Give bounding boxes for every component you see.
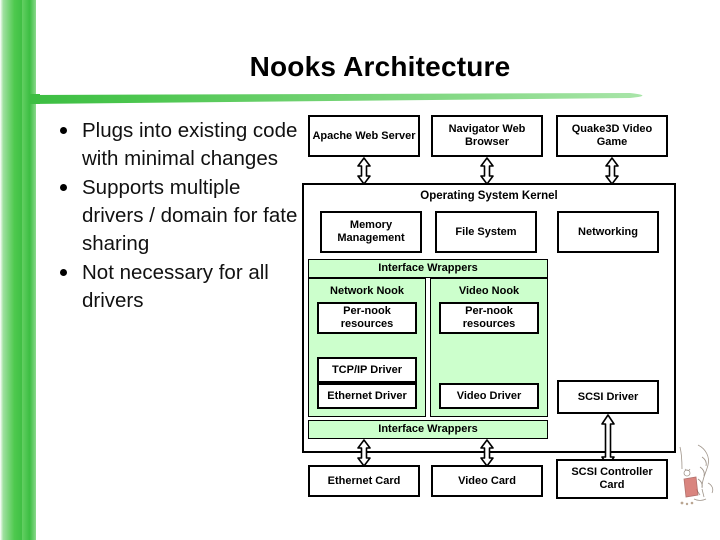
interface-wrappers-bottom[interactable]: Interface Wrappers: [308, 420, 548, 439]
app-box-apache-web-server[interactable]: Apache Web Server: [308, 115, 420, 157]
arrow-navigator-to-kernel: [477, 157, 497, 185]
arrow-apache-to-kernel: [354, 157, 374, 185]
left-accent-stripe-core: [22, 0, 36, 540]
arrow-wrappers-to-video-card: [477, 439, 497, 467]
bullet-dot-icon: [60, 269, 67, 277]
video-nook-resources[interactable]: Per-nook resources: [439, 302, 539, 334]
kernel-subsystem-memory-management[interactable]: Memory Management: [320, 211, 422, 253]
hardware-box-ethernet-card[interactable]: Ethernet Card: [308, 465, 420, 497]
kernel-subsystem-networking[interactable]: Networking: [557, 211, 659, 253]
bullet-text-3: Not necessary for all drivers: [82, 261, 269, 313]
arrow-wrappers-to-ethernet-card: [354, 439, 374, 467]
bullet-item-2: Supports multiple drivers / domain for f…: [52, 174, 300, 258]
network-nook-resources[interactable]: Per-nook resources: [317, 302, 417, 334]
interface-wrappers-top[interactable]: Interface Wrappers: [308, 259, 548, 278]
bullet-item-1: Plugs into existing code with minimal ch…: [52, 117, 300, 173]
arrow-quake3d-to-kernel: [602, 157, 622, 185]
hardware-box-scsi-controller-card[interactable]: SCSI Controller Card: [556, 459, 668, 499]
driver-scsi[interactable]: SCSI Driver: [557, 380, 659, 414]
bullet-list: Plugs into existing code with minimal ch…: [52, 117, 300, 317]
bullet-dot-icon: [60, 127, 67, 134]
driver-ethernet[interactable]: Ethernet Driver: [317, 383, 417, 409]
title-underline-rule: [30, 93, 655, 106]
app-box-navigator-web-browser[interactable]: Navigator Web Browser: [431, 115, 543, 157]
bullet-text-1: Plugs into existing code with minimal ch…: [82, 119, 298, 171]
driver-tcpip[interactable]: TCP/IP Driver: [317, 357, 417, 383]
bullet-text-2: Supports multiple drivers / domain for f…: [82, 176, 298, 256]
page-title: Nooks Architecture: [249, 51, 511, 82]
decorative-clipart-figure: [672, 443, 718, 509]
bullet-dot-icon: [60, 184, 67, 192]
app-box-quake3d-video-game[interactable]: Quake3D Video Game: [556, 115, 668, 157]
hardware-box-video-card[interactable]: Video Card: [431, 465, 543, 497]
kernel-subsystem-file-system[interactable]: File System: [435, 211, 537, 253]
bullet-item-3: Not necessary for all drivers: [52, 259, 300, 315]
driver-video[interactable]: Video Driver: [439, 383, 539, 409]
